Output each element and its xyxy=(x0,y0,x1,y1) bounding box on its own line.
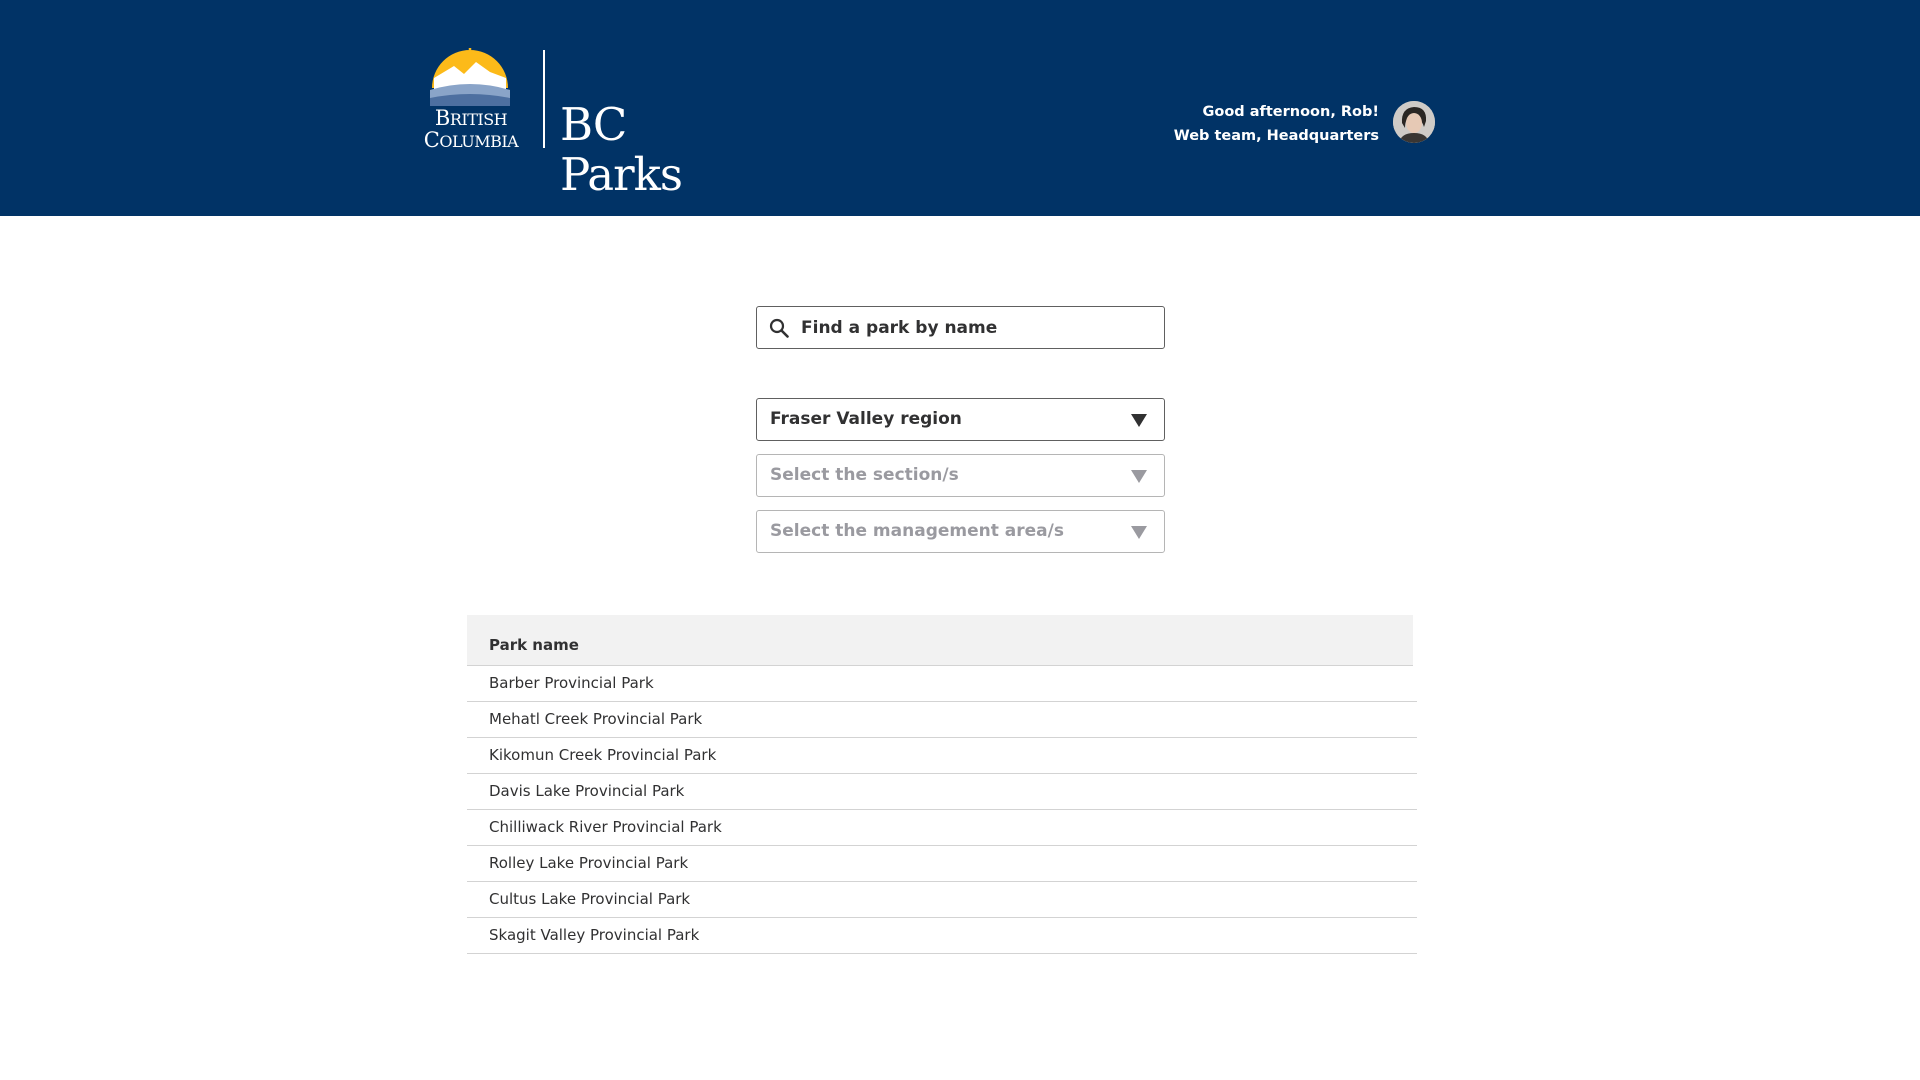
park-table: Park name Barber Provincial Park Mehatl … xyxy=(467,615,1417,954)
table-row[interactable]: Rolley Lake Provincial Park xyxy=(467,846,1417,882)
user-greeting: Good afternoon, Rob! Web team, Headquart… xyxy=(1174,100,1379,148)
user-portrait-icon xyxy=(1393,101,1435,143)
table-row[interactable]: Kikomun Creek Provincial Park xyxy=(467,738,1417,774)
section-select[interactable]: Select the section/s xyxy=(756,454,1165,497)
park-search-box[interactable] xyxy=(756,306,1165,349)
park-name-link[interactable]: Mehatl Creek Provincial Park xyxy=(489,710,702,728)
user-avatar[interactable] xyxy=(1393,101,1435,143)
region-select-value: Fraser Valley region xyxy=(770,409,962,429)
logo-divider xyxy=(543,50,545,148)
chevron-down-icon xyxy=(1131,526,1147,539)
park-name-link[interactable]: Kikomun Creek Provincial Park xyxy=(489,746,716,764)
site-header: BRITISH COLUMBIA BC Parks Good afternoon,… xyxy=(0,0,1920,216)
park-name-link[interactable]: Rolley Lake Provincial Park xyxy=(489,854,688,872)
park-name-link[interactable]: Chilliwack River Provincial Park xyxy=(489,818,722,836)
british-columbia-wordmark: BRITISH COLUMBIA xyxy=(423,106,519,152)
chevron-down-icon xyxy=(1131,470,1147,483)
column-header-park-name[interactable]: Park name xyxy=(489,636,579,654)
section-select-placeholder: Select the section/s xyxy=(770,465,959,485)
region-select[interactable]: Fraser Valley region xyxy=(756,398,1165,441)
bc-parks-logo[interactable]: BRITISH COLUMBIA BC Parks xyxy=(410,48,740,200)
search-icon xyxy=(769,318,789,338)
table-row[interactable]: Barber Provincial Park xyxy=(467,666,1417,702)
management-area-select[interactable]: Select the management area/s xyxy=(756,510,1165,553)
management-area-select-placeholder: Select the management area/s xyxy=(770,521,1064,541)
park-name-link[interactable]: Davis Lake Provincial Park xyxy=(489,782,684,800)
park-name-link[interactable]: Cultus Lake Provincial Park xyxy=(489,890,690,908)
table-row[interactable]: Skagit Valley Provincial Park xyxy=(467,918,1417,954)
user-team-text: Web team, Headquarters xyxy=(1173,128,1379,144)
park-search-input[interactable] xyxy=(801,307,1156,348)
sun-mountain-logo-icon xyxy=(430,48,510,106)
park-name-link[interactable]: Skagit Valley Provincial Park xyxy=(489,926,699,944)
table-row[interactable]: Cultus Lake Provincial Park xyxy=(467,882,1417,918)
bc-government-logo: BRITISH COLUMBIA xyxy=(410,48,530,154)
table-row[interactable]: Davis Lake Provincial Park xyxy=(467,774,1417,810)
table-row[interactable]: Chilliwack River Provincial Park xyxy=(467,810,1417,846)
bc-parks-wordmark: BC Parks xyxy=(560,98,683,201)
table-header: Park name xyxy=(467,615,1413,666)
chevron-down-icon xyxy=(1131,414,1147,427)
table-row[interactable]: Mehatl Creek Provincial Park xyxy=(467,702,1417,738)
park-name-link[interactable]: Barber Provincial Park xyxy=(489,674,654,692)
greeting-text: Good afternoon, Rob! xyxy=(1202,104,1379,120)
